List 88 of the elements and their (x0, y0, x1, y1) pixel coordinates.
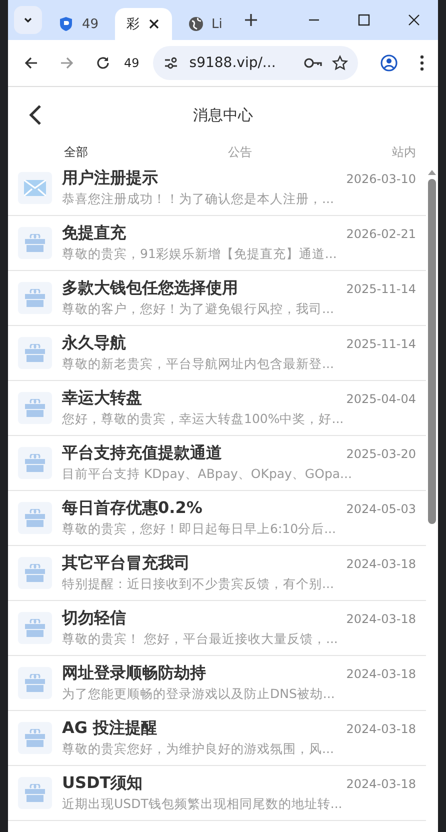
star-icon[interactable] (332, 55, 348, 71)
message-preview: 尊敬的贵宾，91彩娱乐新增【免提直充】通道... (62, 246, 338, 263)
gift-icon (25, 289, 45, 307)
back-icon[interactable] (28, 104, 42, 126)
message-date: 2024-03-18 (346, 556, 416, 570)
close-icon[interactable] (148, 18, 160, 30)
message-date: 2024-03-18 (346, 722, 416, 736)
back-icon[interactable] (24, 56, 38, 70)
toolbar-label: 49 (124, 56, 140, 70)
gift-icon (25, 234, 45, 252)
message-item[interactable]: 网址登录顺畅防劫持 2024-03-18 为了您能更顺畅的登录游戏以及防止DNS被劫... (8, 656, 426, 711)
message-date: 2024-03-18 (346, 612, 416, 626)
url-text: s9188.vip/... (189, 55, 277, 71)
browser-tab[interactable]: 49 (46, 8, 111, 40)
gift-icon (25, 674, 45, 692)
message-item[interactable]: 切勿轻信 2024-03-18 尊敬的贵宾！ 您好，平台最近接收大量反馈，... (8, 601, 426, 656)
message-date: 2025-11-14 (346, 336, 416, 350)
message-item[interactable]: 免提直充 2026-02-21 尊敬的贵宾，91彩娱乐新增【免提直充】通道... (8, 216, 426, 271)
message-preview: 恭喜您注册成功！！为了确认您是本人注册，... (62, 191, 335, 208)
message-item[interactable]: 幸运大转盘 2025-04-04 您好，尊敬的贵宾，幸运大转盘100%中奖，好... (8, 381, 426, 436)
message-title: 多款大钱包任您选择使用 (62, 278, 238, 299)
gift-icon (25, 399, 45, 417)
gift-icon (25, 344, 45, 362)
message-item[interactable]: 永久导航 2025-11-14 尊敬的新老贵宾，平台导航网址内包含最新登... (8, 326, 426, 381)
scrollbar-thumb[interactable] (428, 179, 436, 524)
reload-icon[interactable] (96, 56, 110, 70)
message-date: 2024-03-18 (346, 776, 416, 790)
message-title: 用户注册提示 (62, 168, 158, 189)
message-preview: 近期出现USDT钱包频繁出现相同尾数的地址转... (62, 796, 344, 813)
profile-icon[interactable] (380, 54, 398, 72)
message-preview: 目前平台支持 KDpay、ABpay、OKpay、GOpa... (62, 466, 353, 483)
message-preview: 尊敬的贵宾您好，为维护良好的游戏氛围，风... (62, 741, 335, 758)
envelope-icon (24, 180, 46, 196)
browser-tab[interactable]: Li (176, 8, 234, 40)
scroll-up-icon[interactable] (428, 169, 436, 175)
globe-icon (188, 16, 204, 32)
message-item[interactable]: 每日首存优惠0.2% 2024-05-03 尊敬的贵宾，您好！即日起每日早上6:10分后... (8, 491, 426, 546)
message-date: 2026-02-21 (346, 226, 416, 240)
message-preview: 尊敬的新老贵宾，平台导航网址内包含最新登... (62, 356, 335, 373)
message-date: 2025-03-20 (346, 446, 416, 460)
message-item[interactable]: 平台支持充值提款通道 2025-03-20 目前平台支持 KDpay、ABpay、OKpay、GOpa... (8, 436, 426, 491)
shield-icon (58, 16, 74, 32)
message-preview: 尊敬的客户，您好！为了避免银行风控，我司... (62, 301, 335, 318)
browser-tab[interactable]: 彩 (114, 8, 172, 40)
message-date: 2024-03-18 (346, 666, 416, 680)
maximize-icon[interactable] (358, 14, 370, 26)
forward-icon[interactable] (60, 56, 74, 70)
message-title: 其它平台冒充我司 (62, 553, 190, 574)
gift-icon (25, 729, 45, 747)
message-preview: 尊敬的贵宾，您好！即日起每日早上6:10分后... (62, 521, 337, 538)
message-title: 每日首存优惠0.2% (62, 498, 202, 519)
close-icon[interactable] (408, 14, 420, 26)
message-title: 幸运大转盘 (62, 388, 142, 409)
message-date: 2026-03-10 (346, 172, 416, 186)
gift-icon (25, 509, 45, 527)
tab-title: 49 (82, 16, 99, 32)
site-settings-icon[interactable] (163, 55, 180, 71)
message-title: 永久导航 (62, 333, 126, 354)
message-title: 切勿轻信 (62, 608, 126, 629)
message-preview: 您好，尊敬的贵宾，幸运大转盘100%中奖，好... (62, 411, 345, 428)
message-date: 2024-05-03 (346, 502, 416, 516)
message-title: AG 投注提醒 (62, 718, 158, 739)
gift-icon (25, 454, 45, 472)
message-title: USDT须知 (62, 773, 143, 794)
message-date: 2025-04-04 (346, 392, 416, 406)
page-title: 消息中心 (193, 106, 253, 124)
address-bar[interactable]: s9188.vip/... (153, 46, 358, 80)
message-preview: 特别提醒：近日接收到不少贵宾反馈，有个别... (62, 576, 335, 593)
message-title: 网址登录顺畅防劫持 (62, 663, 206, 684)
new-tab-icon[interactable] (244, 13, 258, 27)
gift-icon (25, 784, 45, 802)
message-item[interactable]: 用户注册提示 2026-03-10 恭喜您注册成功！！为了确认您是本人注册，... (8, 161, 426, 216)
message-title: 平台支持充值提款通道 (62, 443, 222, 464)
message-item[interactable]: AG 投注提醒 2024-03-18 尊敬的贵宾您好，为维护良好的游戏氛围，风... (8, 711, 426, 766)
tab-title: 彩 (126, 16, 140, 33)
message-date: 2025-11-14 (346, 282, 416, 296)
message-item[interactable]: 其它平台冒充我司 2024-03-18 特别提醒：近日接收到不少贵宾反馈，有个别... (8, 546, 426, 601)
message-preview: 尊敬的贵宾！ 您好，平台最近接收大量反馈，... (62, 631, 339, 648)
message-item[interactable]: USDT须知 2024-03-18 近期出现USDT钱包频繁出现相同尾数的地址转... (8, 766, 426, 821)
category-tab[interactable]: 全部 (64, 144, 88, 160)
message-title: 免提直充 (62, 223, 126, 244)
menu-icon[interactable] (420, 55, 424, 71)
tab-title: Li (212, 16, 222, 32)
message-preview: 为了您能更顺畅的登录游戏以及防止DNS被劫... (62, 686, 336, 703)
gift-icon (25, 564, 45, 582)
gift-icon (25, 619, 45, 637)
message-item[interactable]: 多款大钱包任您选择使用 2025-11-14 尊敬的客户，您好！为了避免银行风控，我司... (8, 271, 426, 326)
key-icon[interactable] (304, 57, 322, 69)
